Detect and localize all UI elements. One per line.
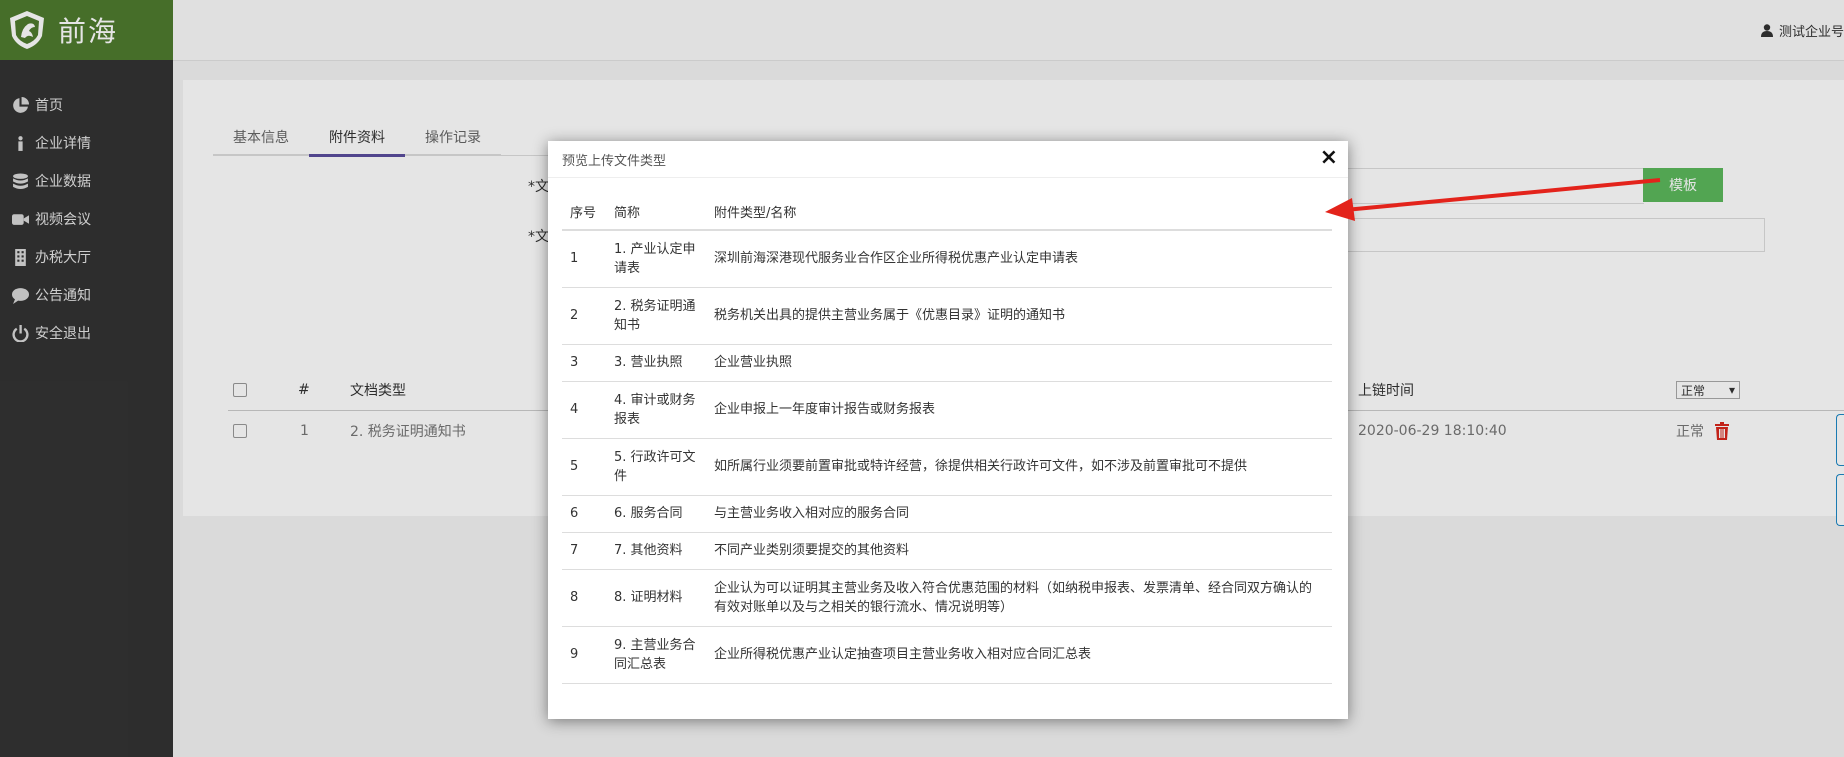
modal-title: 预览上传文件类型 (562, 153, 667, 169)
table-row: 9 9. 主营业务合同汇总表 企业所得税优惠产业认定抽查项目主营业务收入相对应合… (562, 626, 1332, 684)
row-short-name: 4. 审计或财务报表 (606, 381, 706, 439)
row-no: 9 (562, 626, 606, 684)
row-short-name: 5. 行政许可文件 (606, 438, 706, 496)
table-row: 6 6. 服务合同 与主营业务收入相对应的服务合同 (562, 495, 1332, 533)
row-no: 2 (562, 287, 606, 345)
close-icon[interactable]: × (1320, 147, 1338, 169)
row-type-name: 企业认为可以证明其主营业务及收入符合优惠范围的材料（如纳税申报表、发票清单、经合… (706, 569, 1332, 627)
row-short-name: 2. 税务证明通知书 (606, 287, 706, 345)
row-type-name: 与主营业务收入相对应的服务合同 (706, 495, 1332, 533)
row-no: 3 (562, 344, 606, 382)
row-type-name: 企业所得税优惠产业认定抽查项目主营业务收入相对应合同汇总表 (706, 626, 1332, 684)
file-types-modal: 预览上传文件类型 × 序号 简称 附件类型/名称 1 1. 产业认定申请表 深圳… (548, 141, 1348, 719)
table-header-row: 序号 简称 附件类型/名称 (562, 193, 1332, 231)
row-no: 6 (562, 495, 606, 533)
table-row: 2 2. 税务证明通知书 税务机关出具的提供主营业务属于《优惠目录》证明的通知书 (562, 287, 1332, 345)
row-short-name: 8. 证明材料 (606, 569, 706, 627)
row-short-name: 9. 主营业务合同汇总表 (606, 626, 706, 684)
row-type-name: 不同产业类别须要提交的其他资料 (706, 532, 1332, 570)
table-row: 4 4. 审计或财务报表 企业申报上一年度审计报告或财务报表 (562, 381, 1332, 439)
row-no: 1 (562, 230, 606, 288)
row-short-name: 7. 其他资料 (606, 532, 706, 570)
modal-header: 预览上传文件类型 × (548, 141, 1348, 178)
table-row: 5 5. 行政许可文件 如所属行业须要前置审批或特许经营，徐提供相关行政许可文件… (562, 438, 1332, 496)
row-short-name: 3. 营业执照 (606, 344, 706, 382)
table-row: 8 8. 证明材料 企业认为可以证明其主营业务及收入符合优惠范围的材料（如纳税申… (562, 569, 1332, 627)
col-no: 序号 (562, 193, 606, 231)
table-row: 3 3. 营业执照 企业营业执照 (562, 344, 1332, 382)
row-type-name: 如所属行业须要前置审批或特许经营，徐提供相关行政许可文件，如不涉及前置审批可不提… (706, 438, 1332, 496)
row-type-name: 税务机关出具的提供主营业务属于《优惠目录》证明的通知书 (706, 287, 1332, 345)
row-no: 8 (562, 569, 606, 627)
row-no: 7 (562, 532, 606, 570)
row-no: 4 (562, 381, 606, 439)
table-row: 7 7. 其他资料 不同产业类别须要提交的其他资料 (562, 532, 1332, 570)
col-short-name: 简称 (606, 193, 706, 231)
row-type-name: 深圳前海深港现代服务业合作区企业所得税优惠产业认定申请表 (706, 230, 1332, 288)
row-short-name: 1. 产业认定申请表 (606, 230, 706, 288)
file-types-table: 序号 简称 附件类型/名称 1 1. 产业认定申请表 深圳前海深港现代服务业合作… (562, 193, 1332, 684)
row-type-name: 企业营业执照 (706, 344, 1332, 382)
col-type-name: 附件类型/名称 (706, 193, 1332, 231)
table-row: 1 1. 产业认定申请表 深圳前海深港现代服务业合作区企业所得税优惠产业认定申请… (562, 230, 1332, 288)
row-type-name: 企业申报上一年度审计报告或财务报表 (706, 381, 1332, 439)
row-no: 5 (562, 438, 606, 496)
row-short-name: 6. 服务合同 (606, 495, 706, 533)
